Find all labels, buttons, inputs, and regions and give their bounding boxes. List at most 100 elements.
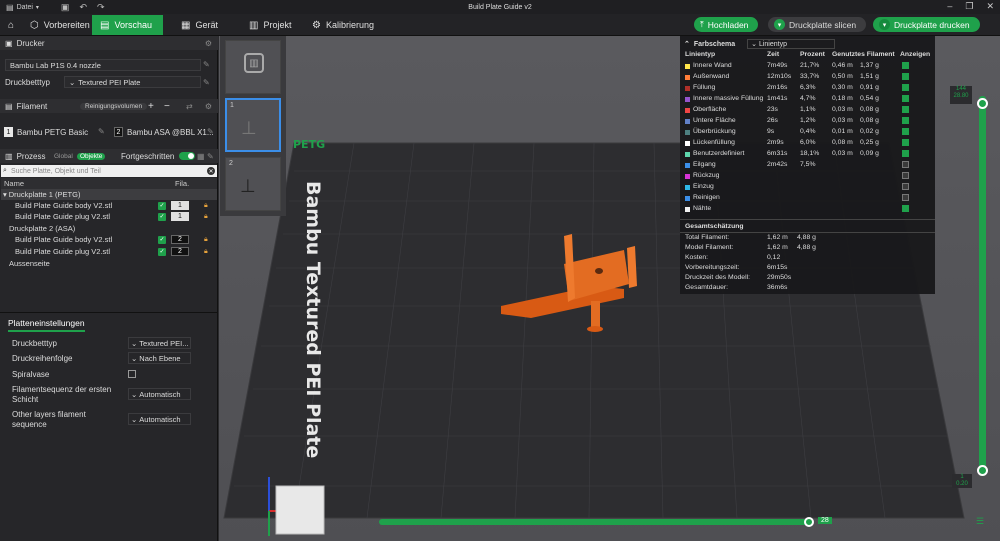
filament-section-header[interactable]: ▤ Filament Reinigungsvolumen + − ⇄ ⚙: [0, 99, 218, 113]
visibility-checkbox[interactable]: [902, 84, 909, 91]
save-icon[interactable]: ▣: [61, 2, 70, 13]
sync-icon[interactable]: ⇄: [186, 102, 193, 111]
list-item-object[interactable]: Build Plate Guide body V2.stl ✓ 1 🔒︎: [1, 200, 217, 211]
filament-name: Bambu ASA @BBL X1...: [127, 127, 214, 137]
slider-top-handle[interactable]: [977, 98, 988, 109]
spiral-vase-checkbox[interactable]: [128, 370, 136, 378]
compare-icon[interactable]: ▦: [197, 152, 205, 161]
list-item-plate[interactable]: ▾ Druckplatte 1 (PETG): [1, 189, 217, 200]
tab-plate-settings[interactable]: Platteneinstellungen: [8, 318, 85, 332]
tab-preview[interactable]: ▤ Vorschau: [92, 15, 163, 35]
global-toggle[interactable]: Global: [54, 153, 73, 160]
edit-icon[interactable]: ✎: [203, 60, 210, 69]
tab-prepare[interactable]: ⬡ Vorbereiten: [22, 15, 98, 35]
other-layers-sequence-select[interactable]: ⌄ Automatisch: [128, 413, 191, 425]
move-slider-handle[interactable]: [804, 517, 814, 527]
settings-icon[interactable]: ⚙: [205, 102, 212, 111]
tab-device[interactable]: ▦ Gerät: [173, 15, 226, 35]
checkbox-icon[interactable]: ✓: [158, 247, 166, 256]
slice-plate-button[interactable]: ▾ Druckplatte slicen: [768, 17, 866, 32]
add-icon[interactable]: +: [148, 101, 154, 112]
list-item-object[interactable]: Build Plate Guide body V2.stl ✓ 2 🔒︎: [1, 234, 217, 245]
visibility-checkbox[interactable]: [902, 194, 909, 201]
filament-item-1[interactable]: 1 Bambu PETG Basic: [4, 127, 88, 137]
printer-select[interactable]: Bambu Lab P1S 0.4 nozzle: [5, 59, 201, 71]
minimize-icon[interactable]: –: [947, 1, 952, 12]
filament-index[interactable]: 2: [171, 247, 189, 256]
upload-button[interactable]: ⤒ Hochladen: [694, 17, 758, 32]
visibility-checkbox[interactable]: [902, 205, 909, 212]
edit-icon[interactable]: ✎: [98, 127, 105, 136]
clear-icon[interactable]: ✕: [207, 167, 215, 175]
tab-project[interactable]: ▥ Projekt: [241, 15, 299, 35]
visibility-checkbox[interactable]: [902, 73, 909, 80]
move-range-slider[interactable]: [379, 519, 809, 525]
filament-item-2[interactable]: 2 Bambu ASA @BBL X1...: [114, 127, 214, 137]
print-sequence-select[interactable]: ⌄ Nach Ebene: [128, 352, 191, 364]
layer-range-slider[interactable]: [979, 96, 986, 476]
objects-toggle[interactable]: Objekte: [77, 152, 106, 160]
redo-icon[interactable]: ↷: [97, 2, 105, 13]
checkbox-icon[interactable]: ✓: [158, 235, 166, 244]
visibility-checkbox[interactable]: [902, 139, 909, 146]
list-item-object[interactable]: Build Plate Guide plug V2.stl ✓ 2 🔒︎: [1, 246, 217, 257]
visibility-checkbox[interactable]: [902, 161, 909, 168]
list-item-plate[interactable]: Druckplatte 2 (ASA): [1, 223, 217, 234]
process-section-header[interactable]: ▥ Prozess Global Objekte Fortgeschritten…: [0, 149, 218, 163]
checkbox-icon[interactable]: ✓: [158, 201, 166, 210]
filament-index[interactable]: 1: [171, 201, 189, 210]
visibility-checkbox[interactable]: [902, 172, 909, 179]
visibility-checkbox[interactable]: [902, 106, 909, 113]
filament-index[interactable]: 2: [171, 235, 189, 244]
bed-type-select[interactable]: ⌄ Textured PEI Plate: [64, 76, 201, 88]
lock-icon[interactable]: 🔒︎: [204, 213, 208, 221]
edit-icon[interactable]: ✎: [207, 152, 214, 161]
search-input[interactable]: ⌕ Suche Platte, Objekt und Teil ✕: [1, 165, 217, 177]
list-item-plate[interactable]: Aussenseite: [1, 258, 217, 269]
lock-icon[interactable]: 🔒︎: [204, 202, 208, 210]
close-icon[interactable]: ✕: [986, 1, 994, 12]
advanced-toggle[interactable]: [179, 152, 195, 160]
plate-thumbnail-overview[interactable]: ▥: [225, 40, 281, 94]
visibility-checkbox[interactable]: [902, 150, 909, 157]
settings-icon[interactable]: ⚙: [205, 39, 212, 48]
file-menu[interactable]: ▤ Datei ▾: [6, 3, 39, 12]
visibility-checkbox[interactable]: [902, 117, 909, 124]
chevron-down-icon[interactable]: ▾: [3, 190, 7, 199]
visibility-checkbox[interactable]: [902, 183, 909, 190]
purge-volume-button[interactable]: Reinigungsvolumen: [80, 102, 148, 110]
collapse-icon[interactable]: ⌃: [684, 40, 690, 48]
tab-calibration[interactable]: ⚙ Kalibrierung: [304, 15, 382, 35]
plate-thumbnail-1[interactable]: 1 ⊥: [225, 98, 281, 152]
list-item-object[interactable]: Build Plate Guide plug V2.stl ✓ 1 🔒︎: [1, 211, 217, 222]
restore-icon[interactable]: ❐: [965, 1, 973, 12]
app-menu-icon[interactable]: ▤: [6, 3, 14, 12]
print-plate-button[interactable]: ▾ Druckplatte drucken: [873, 17, 980, 32]
chevron-down-icon[interactable]: ▾: [36, 4, 39, 11]
edit-icon[interactable]: ✎: [203, 78, 210, 87]
visibility-checkbox[interactable]: [902, 62, 909, 69]
summary-label: Gesamtdauer:: [685, 284, 729, 291]
visibility-checkbox[interactable]: [902, 128, 909, 135]
lock-icon[interactable]: 🔒︎: [204, 248, 208, 256]
filament-index[interactable]: 1: [171, 212, 189, 221]
edit-icon[interactable]: ✎: [207, 127, 214, 136]
file-menu-label[interactable]: Datei: [17, 4, 33, 11]
printer-section-header[interactable]: ▣ Drucker ⚙: [0, 36, 218, 50]
home-button[interactable]: ⌂: [0, 15, 22, 35]
visibility-checkbox[interactable]: [902, 95, 909, 102]
slider-bottom-handle[interactable]: [977, 465, 988, 476]
plate-thumbnail-2[interactable]: 2 ⊥: [225, 157, 281, 211]
scheme-select[interactable]: ⌄ Linientyp: [747, 39, 836, 49]
bed-type-setting-select[interactable]: ⌄ Textured PEI...: [128, 337, 191, 349]
layers-icon[interactable]: ☰: [976, 516, 984, 527]
lock-icon[interactable]: 🔒︎: [204, 236, 208, 244]
remove-icon[interactable]: −: [164, 101, 170, 112]
view-cube[interactable]: [275, 485, 325, 535]
legend-row: Benutzerdefiniert 6m31s 18,1% 0,03 m 0,09 g: [680, 150, 935, 160]
checkbox-icon[interactable]: ✓: [158, 212, 166, 221]
first-layer-sequence-select[interactable]: ⌄ Automatisch: [128, 388, 191, 400]
chevron-down-icon[interactable]: ▾: [879, 19, 890, 30]
chevron-down-icon[interactable]: ▾: [774, 19, 785, 30]
undo-icon[interactable]: ↶: [79, 2, 87, 13]
